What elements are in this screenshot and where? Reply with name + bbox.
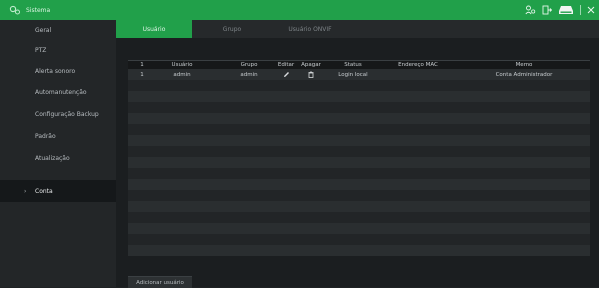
row-user: admin	[173, 71, 191, 78]
table-row-empty	[128, 223, 590, 234]
table-row-empty	[128, 201, 590, 212]
delete-trash-icon[interactable]	[298, 69, 324, 80]
table-row-empty	[128, 80, 590, 91]
tab-usuario[interactable]: Usuário	[116, 20, 192, 38]
tab-bar: Usuário Grupo Usuário ONVIF	[116, 20, 599, 38]
sidebar-item-label: Configuração Backup	[35, 110, 99, 118]
tab-grupo[interactable]: Grupo	[192, 20, 272, 38]
table-row-empty	[128, 91, 590, 102]
close-icon[interactable]	[587, 6, 595, 14]
header-index: 1	[140, 62, 144, 68]
tab-usuario-onvif[interactable]: Usuário ONVIF	[272, 20, 348, 38]
logout-icon[interactable]	[542, 5, 552, 15]
sidebar-item-label: Conta	[35, 187, 53, 195]
sidebar-item-padrao[interactable]: Padrão	[0, 126, 116, 146]
sidebar-item-configuracao-backup[interactable]: Configuração Backup	[0, 104, 116, 124]
row-status: Login local	[338, 71, 368, 78]
title-bar: Sistema	[0, 0, 599, 20]
edit-pencil-icon[interactable]	[274, 69, 298, 80]
table-row-empty	[128, 157, 590, 168]
header-edit: Editar	[277, 62, 295, 68]
table-row-empty	[128, 179, 590, 190]
sidebar-item-label: PTZ	[35, 46, 47, 54]
sidebar-item-ptz[interactable]: PTZ	[0, 40, 116, 60]
sidebar-item-conta[interactable]: › Conta	[0, 180, 116, 202]
dvr-device-icon[interactable]	[558, 4, 574, 16]
sidebar-item-label: Automanutenção	[35, 88, 87, 96]
sidebar-item-label: Atualização	[35, 154, 70, 162]
sidebar-item-alerta-sonoro[interactable]: Alerta sonoro	[0, 61, 116, 81]
title-icons	[525, 0, 595, 20]
header-group: Grupo	[240, 62, 258, 68]
header-user: Usuário	[171, 62, 193, 68]
sidebar-item-atualizacao[interactable]: Atualização	[0, 148, 116, 168]
header-delete: Apagar	[301, 62, 321, 68]
table-row-empty	[128, 146, 590, 157]
add-user-button[interactable]: Adicionar usuário	[128, 276, 192, 288]
user-switch-icon[interactable]	[525, 5, 536, 15]
sidebar-item-label: Padrão	[35, 132, 56, 140]
table-row-empty	[128, 234, 590, 245]
row-mac	[380, 69, 456, 80]
table-row-empty	[128, 245, 590, 256]
table-row-empty	[128, 135, 590, 146]
sidebar-item-automanutencao[interactable]: Automanutenção	[0, 82, 116, 102]
sidebar: Geral PTZ Alerta sonoro Automanutenção C…	[0, 20, 116, 287]
table-header: 1 Usuário Grupo Editar Apagar Status End…	[128, 60, 590, 69]
header-memo: Memo	[515, 62, 533, 68]
title-separator	[580, 5, 581, 15]
table-row-empty	[128, 190, 590, 201]
table-row-empty	[128, 168, 590, 179]
header-status: Status	[344, 62, 362, 68]
table-row-empty	[128, 113, 590, 124]
sidebar-item-label: Geral	[35, 26, 52, 34]
table-row-empty	[128, 102, 590, 113]
table-row[interactable]: 1 admin admin Login local Conta Administ…	[128, 69, 590, 80]
window-title: Sistema	[26, 6, 51, 14]
table-row-empty	[128, 124, 590, 135]
row-memo: Conta Administrador	[495, 71, 553, 78]
header-mac: Endereço MAC	[398, 62, 438, 68]
sidebar-item-geral[interactable]: Geral	[0, 20, 116, 40]
row-group: admin	[240, 71, 258, 78]
chevron-right-icon: ›	[24, 187, 27, 195]
table-row-empty	[128, 212, 590, 223]
row-index: 1	[140, 71, 144, 78]
sidebar-item-label: Alerta sonoro	[35, 67, 76, 75]
system-gear-icon	[8, 3, 22, 17]
